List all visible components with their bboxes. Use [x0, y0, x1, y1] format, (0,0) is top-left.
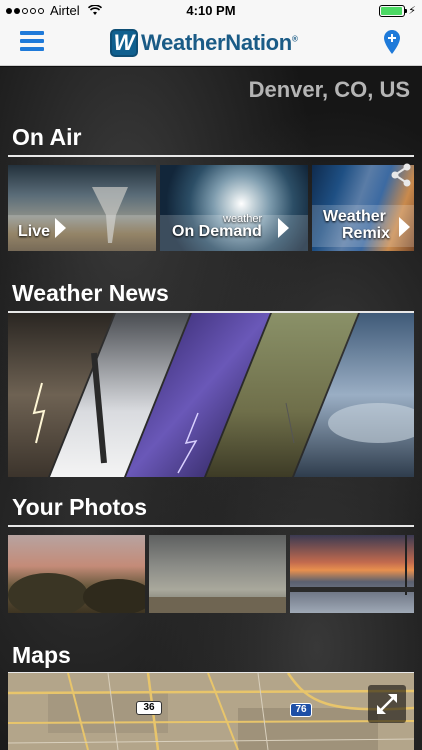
logo-registered-mark: ®: [291, 34, 298, 44]
section-title-on-air: On Air: [12, 124, 82, 150]
highway-shield-36: 36: [136, 701, 162, 715]
section-title-your-photos: Your Photos: [12, 494, 148, 520]
play-arrow-icon: [399, 217, 410, 237]
tile-remix-label-line1: Weather: [323, 208, 386, 225]
photo-thumbnail[interactable]: [149, 535, 286, 613]
expand-icon: [377, 694, 397, 714]
battery-fill: [381, 6, 403, 15]
location-label: Denver, CO, US: [248, 77, 410, 102]
app-logo: W WeatherNation®: [110, 29, 298, 57]
status-time: 4:10 PM: [186, 3, 236, 18]
photo-thumbnail[interactable]: [8, 535, 145, 613]
play-arrow-icon: [278, 218, 289, 238]
status-bar: Airtel 4:10 PM ⚡: [0, 0, 422, 22]
photo-plains-image: [149, 597, 286, 613]
logo-badge: W: [110, 29, 138, 57]
tile-live[interactable]: Live: [8, 165, 156, 251]
share-icon[interactable]: [390, 163, 412, 187]
photo-sunset-image: [290, 535, 414, 595]
nav-bar: W WeatherNation®: [0, 22, 422, 66]
tile-on-demand-label: On Demand: [172, 223, 262, 240]
tile-on-demand[interactable]: weather On Demand: [160, 165, 308, 251]
status-right: ⚡: [379, 4, 416, 17]
expand-map-button[interactable]: [368, 685, 406, 723]
battery-icon: [379, 4, 408, 17]
logo-text: WeatherNation®: [141, 30, 298, 56]
logo-wordmark: WeatherNation: [141, 30, 292, 55]
section-divider: [8, 525, 414, 527]
highway-shield-76: 76: [290, 703, 312, 717]
photo-trees-image: [8, 573, 145, 613]
charging-bolt-icon: ⚡: [408, 5, 416, 17]
location-pin-icon[interactable]: [384, 30, 400, 54]
play-arrow-icon: [55, 218, 66, 238]
map-preview[interactable]: 36 76: [8, 673, 414, 750]
section-title-maps: Maps: [12, 642, 71, 668]
photo-thumbnail[interactable]: [290, 535, 414, 613]
tile-remix-label-line2: Remix: [342, 225, 391, 242]
weather-news-banner[interactable]: [8, 313, 414, 477]
weather-news-collage: [8, 313, 414, 477]
tile-live-label: Live: [18, 223, 51, 240]
section-title-weather-news: Weather News: [12, 280, 169, 306]
map-roads: [8, 673, 414, 750]
section-divider: [8, 155, 414, 157]
menu-icon[interactable]: [20, 31, 44, 55]
